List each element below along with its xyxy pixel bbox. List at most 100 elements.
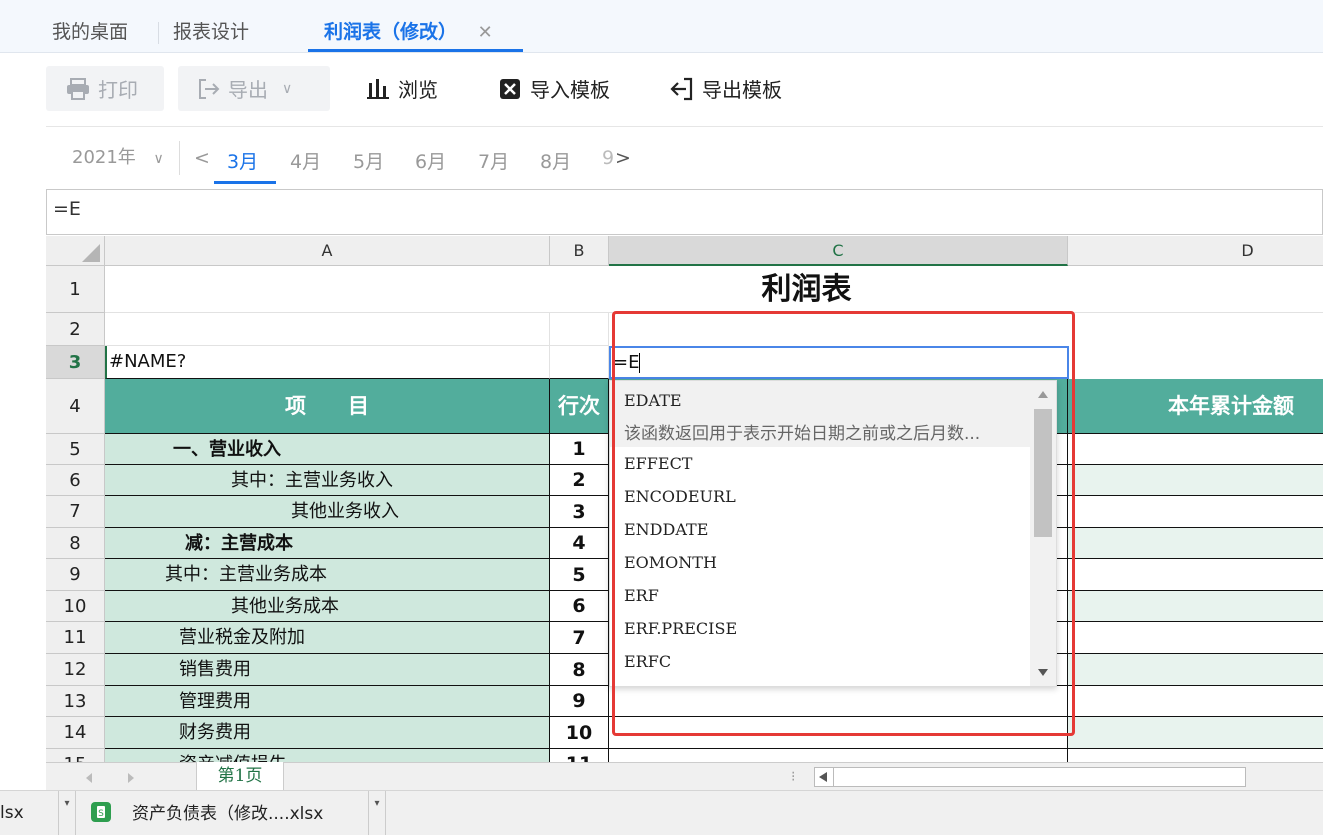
year-total-cell[interactable] (1068, 528, 1323, 559)
year-select[interactable]: 2021年 ∨ (62, 141, 180, 175)
line-no-cell[interactable]: 5 (550, 559, 609, 591)
export-template-button[interactable]: 导出模板 (670, 66, 782, 111)
year-total-cell[interactable] (1068, 622, 1323, 654)
line-no-cell[interactable]: 11 (550, 749, 609, 762)
year-value: 2021年 (72, 147, 136, 168)
month-9[interactable]: 9 (602, 147, 614, 169)
close-icon[interactable]: ✕ (478, 22, 493, 43)
month-3[interactable]: 3月 (227, 147, 258, 174)
header-year-total-label: 本年累计金额 (1168, 394, 1294, 418)
print-button[interactable]: 打印 (46, 66, 164, 111)
prev-month-button[interactable]: < (194, 147, 210, 169)
line-no-cell[interactable]: 2 (550, 465, 609, 496)
month-8[interactable]: 8月 (540, 147, 571, 174)
import-template-button[interactable]: 导入模板 (498, 66, 610, 111)
year-total-cell[interactable] (1068, 496, 1323, 528)
corner-triangle-icon (82, 244, 100, 262)
item-cell[interactable]: 其中：主营业务成本 (105, 559, 550, 591)
item-cell[interactable]: 销售费用 (105, 654, 550, 686)
tab-profit-statement[interactable]: 利润表（修改） ✕ (308, 0, 523, 52)
row-header[interactable]: 8 (46, 528, 105, 559)
item-cell[interactable]: 管理费用 (105, 686, 550, 717)
header-line-no[interactable]: 行次 (550, 379, 609, 434)
row-header[interactable]: 6 (46, 465, 105, 496)
year-total-cell[interactable] (1068, 434, 1323, 465)
col-header-d[interactable]: D (1068, 236, 1323, 266)
year-total-cell[interactable] (1068, 591, 1323, 622)
cell-a2[interactable] (105, 313, 550, 346)
scroll-left-icon (819, 772, 827, 782)
tab-profit-statement-label: 利润表（修改） (324, 21, 458, 43)
item-cell[interactable]: 一、营业收入 (105, 434, 550, 465)
sheet-title[interactable]: 利润表 (105, 266, 1323, 313)
item-cell[interactable]: 资产减值损失 (105, 749, 550, 762)
item-cell[interactable]: 其中：主营业务收入 (105, 465, 550, 496)
year-total-cell[interactable] (1068, 749, 1323, 762)
row-header[interactable]: 15 (46, 749, 105, 762)
row-header[interactable]: 14 (46, 717, 105, 749)
select-all-corner[interactable] (46, 236, 105, 266)
line-no-cell[interactable]: 3 (550, 496, 609, 528)
row-header[interactable]: 11 (46, 622, 105, 654)
tab-my-desktop[interactable]: 我的桌面 (52, 0, 128, 52)
cell-a3[interactable]: #NAME? (105, 346, 550, 379)
col-header-c[interactable]: C (609, 236, 1068, 266)
row-header[interactable]: 4 (46, 379, 105, 434)
row-header[interactable]: 5 (46, 434, 105, 465)
line-no-cell[interactable]: 1 (550, 434, 609, 465)
line-no-cell[interactable]: 10 (550, 717, 609, 749)
year-total-cell[interactable] (1068, 465, 1323, 496)
row-header[interactable]: 7 (46, 496, 105, 528)
month-4[interactable]: 4月 (290, 147, 321, 174)
year-total-cell[interactable] (1068, 717, 1323, 749)
sheet-next-icon[interactable] (128, 773, 134, 783)
current-month-cell[interactable] (609, 749, 1068, 762)
browse-button[interactable]: 浏览 (366, 66, 438, 111)
formula-bar[interactable]: =E (46, 189, 1323, 235)
tab-separator (158, 22, 159, 44)
row-header[interactable]: 9 (46, 559, 105, 591)
year-total-cell[interactable] (1068, 559, 1323, 591)
chevron-down-icon[interactable]: ▾ (58, 791, 76, 835)
header-year-total[interactable]: 本年累计金额 (1068, 379, 1323, 434)
next-month-button[interactable]: > (615, 147, 631, 169)
row-header[interactable]: 10 (46, 591, 105, 622)
item-cell[interactable]: 减：主营成本 (105, 528, 550, 559)
line-no-cell[interactable]: 8 (550, 654, 609, 686)
export-button[interactable]: 导出 ∨ (178, 66, 330, 111)
splitter-icon[interactable]: ⁝ (791, 769, 795, 785)
row-header[interactable]: 3 (46, 346, 105, 379)
item-cell[interactable]: 营业税金及附加 (105, 622, 550, 654)
print-label: 打印 (98, 78, 138, 102)
line-no-cell[interactable]: 4 (550, 528, 609, 559)
month-6[interactable]: 6月 (415, 147, 446, 174)
row-header[interactable]: 13 (46, 686, 105, 717)
download-item[interactable]: S 资产负债表（修改....xlsx (90, 799, 323, 824)
item-cell[interactable]: 其他业务收入 (105, 496, 550, 528)
month-5[interactable]: 5月 (353, 147, 384, 174)
tab-report-design[interactable]: 报表设计 (173, 0, 249, 52)
row-header[interactable]: 2 (46, 313, 105, 346)
horizontal-scrollbar[interactable] (814, 767, 1246, 787)
item-cell[interactable]: 其他业务成本 (105, 591, 550, 622)
chevron-down-icon[interactable]: ▾ (368, 791, 386, 835)
cell-b2[interactable] (550, 313, 609, 346)
chevron-down-icon: ∨ (282, 80, 293, 97)
line-no-cell[interactable]: 9 (550, 686, 609, 717)
download-file-truncated[interactable]: lsx (0, 803, 24, 823)
sheet-prev-icon[interactable] (86, 773, 92, 783)
line-no-cell[interactable]: 6 (550, 591, 609, 622)
month-7[interactable]: 7月 (478, 147, 509, 174)
item-cell[interactable]: 财务费用 (105, 717, 550, 749)
year-total-cell[interactable] (1068, 654, 1323, 686)
col-header-a[interactable]: A (105, 236, 550, 266)
browse-label: 浏览 (398, 78, 438, 102)
sheet-tab-page1[interactable]: 第1页 (196, 762, 284, 792)
line-no-cell[interactable]: 7 (550, 622, 609, 654)
year-total-cell[interactable] (1068, 686, 1323, 717)
cell-b3[interactable] (550, 346, 609, 379)
row-header[interactable]: 12 (46, 654, 105, 686)
header-item[interactable]: 项 目 (105, 379, 550, 434)
row-header[interactable]: 1 (46, 266, 105, 313)
col-header-b[interactable]: B (550, 236, 609, 266)
